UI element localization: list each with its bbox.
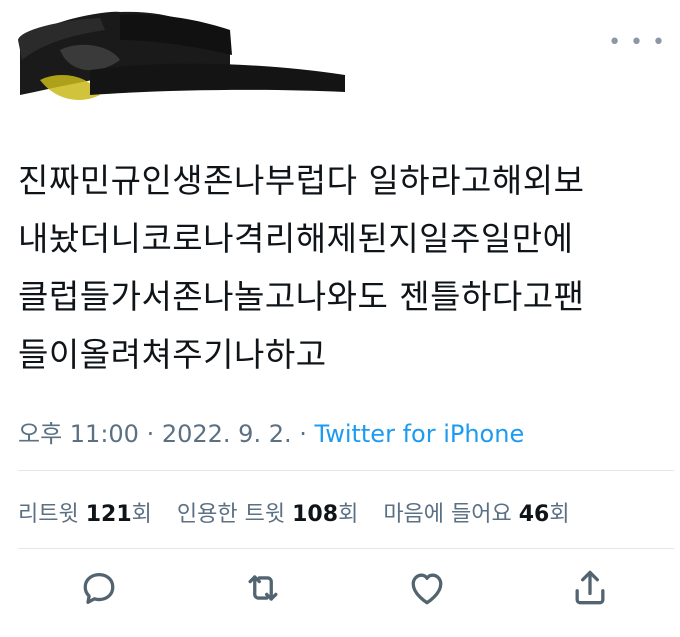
quotes-label: 인용한 트윗	[176, 502, 286, 527]
tweet-date: 2022. 9. 2.	[161, 420, 292, 448]
likes-unit: 회	[549, 502, 570, 527]
quotes-unit: 회	[338, 502, 359, 527]
meta-separator: ·	[138, 420, 162, 448]
redacted-profile	[18, 11, 345, 100]
retweets-unit: 회	[131, 502, 152, 527]
tweet-line: 내놨더니코로나격리해제된지일주일만에	[18, 219, 574, 258]
likes-label: 마음에 들어요	[383, 502, 512, 527]
tweet-meta: 오후 11:00 · 2022. 9. 2. · Twitter for iPh…	[18, 414, 524, 449]
divider	[18, 470, 674, 471]
divider	[18, 548, 674, 549]
retweets-count: 121	[85, 502, 132, 527]
tweet-stats: 리트윗 121회 인용한 트윗 108회 마음에 들어요 46회	[18, 496, 588, 528]
tweet-actions	[0, 566, 680, 616]
likes-stat[interactable]: 마음에 들어요 46회	[383, 502, 569, 527]
retweets-label: 리트윗	[18, 502, 79, 527]
tweet-line: 진짜민규인생존나부럽다 일하라고해외보	[18, 161, 585, 200]
tweet-line: 들이올려쳐주기나하고	[18, 335, 327, 374]
heart-icon[interactable]	[405, 566, 449, 610]
quotes-stat[interactable]: 인용한 트윗 108회	[177, 502, 358, 527]
likes-count: 46	[518, 502, 550, 527]
tweet-header: • • •	[0, 0, 680, 120]
tweet-source-link[interactable]: Twitter for iPhone	[315, 420, 525, 448]
tweet-line: 클럽들가서존나놀고나와도 젠틀하다고팬	[18, 277, 585, 316]
quotes-count: 108	[292, 502, 339, 527]
share-icon[interactable]	[568, 566, 612, 610]
tweet-time: 오후 11:00	[18, 420, 139, 448]
more-icon[interactable]: • • •	[608, 30, 666, 55]
retweets-stat[interactable]: 리트윗 121회	[18, 502, 152, 527]
tweet-text: 진짜민규인생존나부럽다 일하라고해외보 내놨더니코로나격리해제된지일주일만에 클…	[18, 152, 668, 384]
retweet-icon[interactable]	[241, 566, 285, 610]
meta-separator: ·	[291, 420, 315, 448]
reply-icon[interactable]	[77, 566, 121, 610]
